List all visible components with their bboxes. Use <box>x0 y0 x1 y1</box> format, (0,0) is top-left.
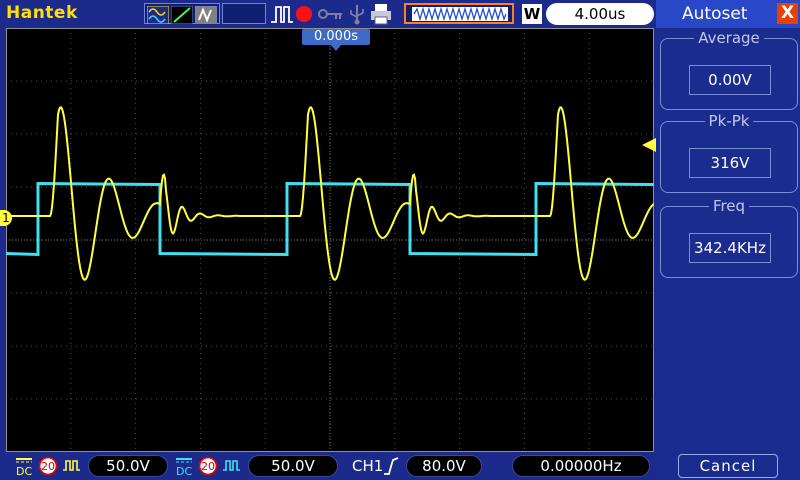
ch1-coupling-icon: DC <box>16 458 32 476</box>
usb-icon <box>350 5 364 25</box>
trigger-time-marker[interactable]: 0.000s <box>302 29 370 45</box>
ch2-coupling-icon: DC <box>176 458 192 476</box>
close-button[interactable]: X <box>777 3 798 24</box>
ch2-volts-div[interactable]: 50.0V <box>248 455 338 477</box>
window-mode-indicator[interactable]: W <box>522 4 542 24</box>
panel-title-bar: Autoset X <box>656 0 800 28</box>
ch2-invert-icon <box>223 460 240 471</box>
ch1-invert-icon <box>63 460 80 471</box>
ch2-bw-label: 20 <box>201 460 215 473</box>
blank-status-box <box>222 3 266 24</box>
ch1-bw-limit-icon: 20 <box>38 456 58 476</box>
ch1-bw-label: 20 <box>41 460 55 473</box>
ch2-coupling-label: DC <box>176 465 192 476</box>
frequency-counter: 0.00000Hz <box>512 455 650 477</box>
print-icon[interactable] <box>370 3 392 25</box>
memory-waveform-box[interactable] <box>404 3 514 24</box>
rising-edge-icon[interactable] <box>383 456 399 476</box>
record-dot-icon[interactable] <box>294 4 314 24</box>
ch2-bw-limit-icon: 20 <box>198 456 218 476</box>
pk-pk-label: Pk-Pk <box>704 112 754 130</box>
bottom-status-bar: DC 20 50.0V DC 20 50.0V CH1 80.0V 0.0000… <box>0 452 656 480</box>
persist-icon[interactable] <box>195 6 217 24</box>
ch1-coupling-label: DC <box>16 465 32 476</box>
pk-pk-group: Pk-Pk 316V <box>660 112 798 193</box>
pk-pk-value: 316V <box>689 148 771 178</box>
brand-logo: Hantek <box>6 3 78 23</box>
average-value: 0.00V <box>689 65 771 95</box>
ch1-volts-div[interactable]: 50.0V <box>88 455 168 477</box>
memory-waveform-icon <box>412 7 508 21</box>
panel-title: Autoset <box>682 4 748 24</box>
cancel-button[interactable]: Cancel <box>678 454 778 478</box>
key-icon <box>318 9 342 19</box>
waveform-display[interactable] <box>0 28 656 452</box>
line-icon[interactable] <box>171 6 193 24</box>
freq-group: Freq 342.4KHz <box>660 197 798 278</box>
trigger-level[interactable]: 80.0V <box>406 455 482 477</box>
trigger-level-arrow[interactable] <box>642 138 656 152</box>
autoset-panel: Autoset X Average 0.00V Pk-Pk 316V Freq … <box>656 0 800 480</box>
top-status-bar: Hantek W 4.00us <box>0 0 656 28</box>
display-mode-box[interactable] <box>144 3 220 24</box>
freq-label: Freq <box>708 197 750 215</box>
trigger-source[interactable]: CH1 <box>352 457 383 475</box>
freq-value: 342.4KHz <box>689 233 771 263</box>
pulse-icon[interactable] <box>270 4 294 24</box>
graticule <box>6 28 654 452</box>
waveform-icon[interactable] <box>147 6 169 24</box>
average-label: Average <box>694 29 764 47</box>
timebase-readout[interactable]: 4.00us <box>546 3 654 25</box>
trigger-position-arrow <box>330 44 342 51</box>
average-group: Average 0.00V <box>660 29 798 110</box>
